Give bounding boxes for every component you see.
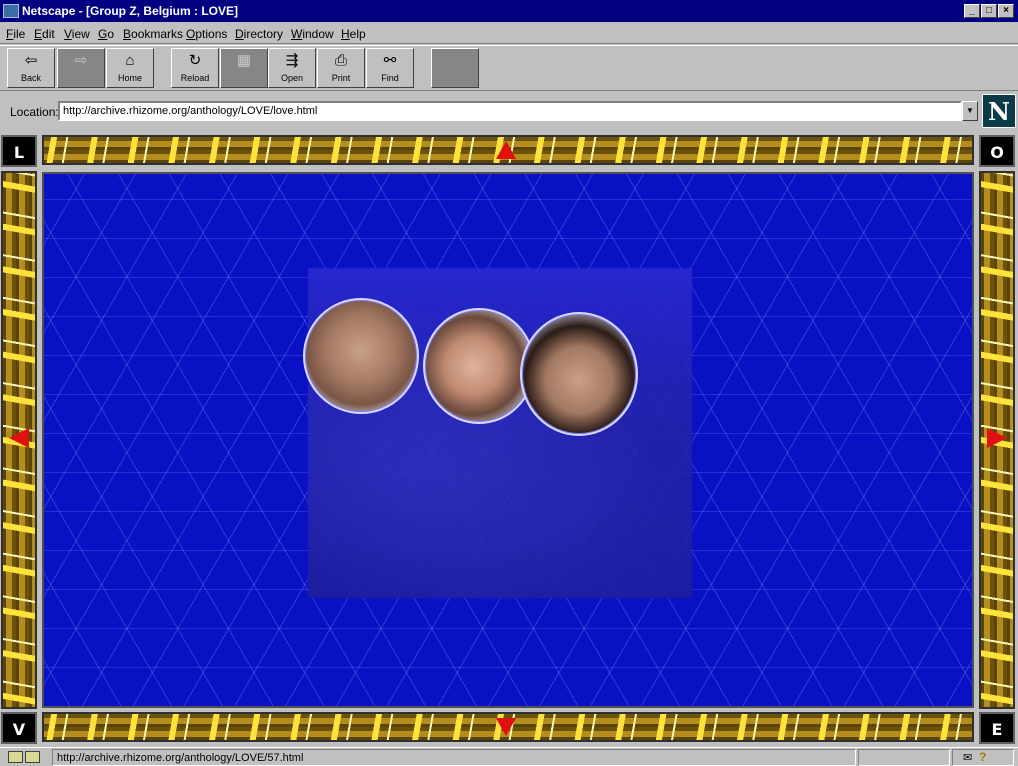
menu-directory[interactable]: Directory [235, 27, 283, 41]
corner-letter-bottom-right[interactable]: E [979, 712, 1015, 744]
status-text: http://archive.rhizome.org/anthology/LOV… [57, 752, 304, 764]
connection-icon [25, 751, 40, 763]
close-button[interactable]: × [998, 4, 1014, 18]
images-button[interactable]: ▦ [220, 48, 268, 88]
location-label: Location: [10, 105, 59, 119]
menu-help[interactable]: Help [341, 27, 366, 41]
corner-letter-top-left[interactable]: L [1, 135, 37, 167]
chevron-down-icon: ▼ [966, 106, 974, 115]
key-icon [8, 751, 23, 763]
window-title: Netscape - [Group Z, Belgium : LOVE] [22, 4, 239, 18]
help-icon[interactable]: ? [979, 750, 986, 764]
menu-bar: File Edit View Go Bookmarks Options Dire… [0, 22, 1018, 44]
back-arrow-icon: ⇦ [24, 52, 38, 69]
location-input[interactable] [58, 101, 962, 121]
printer-icon: ⎙ [334, 52, 347, 69]
menu-go[interactable]: Go [98, 27, 114, 41]
netscape-logo[interactable]: N [982, 94, 1016, 128]
netscape-app-icon[interactable] [3, 4, 19, 18]
location-dropdown-button[interactable]: ▼ [962, 101, 978, 121]
status-right-panel: ✉ ? [952, 749, 1014, 766]
nav-arrow-up[interactable] [496, 141, 516, 159]
stop-button[interactable] [431, 48, 479, 88]
location-bar: Location: ▼ N [0, 92, 1018, 132]
menu-file[interactable]: File [6, 27, 25, 41]
menu-bookmarks[interactable]: Bookmarks [123, 27, 183, 41]
home-button[interactable]: ⌂ Home [106, 48, 154, 88]
back-button[interactable]: ⇦ Back [7, 48, 55, 88]
status-message-panel: http://archive.rhizome.org/anthology/LOV… [52, 749, 856, 766]
menu-options[interactable]: Options [186, 27, 227, 41]
corner-letter-bottom-left[interactable]: V [1, 712, 37, 744]
forward-arrow-icon: ⇨ [74, 52, 88, 69]
forward-button[interactable]: ⇨ [57, 48, 105, 88]
toolbar: ⇦ Back ⇨ ⌂ Home ↻ Reload ▦ ⇶ Open ⎙ Prin… [0, 45, 1018, 91]
reload-button[interactable]: ↻ Reload [171, 48, 219, 88]
reload-icon: ↻ [188, 52, 202, 69]
portrait-circle-center[interactable] [423, 308, 535, 424]
stop-icon [444, 52, 466, 70]
open-icon: ⇶ [285, 52, 299, 69]
nav-arrow-down[interactable] [496, 718, 516, 736]
open-button[interactable]: ⇶ Open [268, 48, 316, 88]
menu-window[interactable]: Window [291, 27, 334, 41]
house-icon: ⌂ [125, 52, 135, 69]
nav-arrow-right[interactable] [987, 428, 1007, 448]
binoculars-icon: ⚯ [383, 52, 397, 69]
mail-icon[interactable]: ✉ [963, 751, 972, 764]
status-bar: http://archive.rhizome.org/anthology/LOV… [0, 747, 1018, 766]
find-button[interactable]: ⚯ Find [366, 48, 414, 88]
portrait-circle-right[interactable] [520, 312, 638, 436]
images-icon: ▦ [236, 52, 252, 69]
maximize-button[interactable]: □ [981, 4, 997, 18]
security-status[interactable] [8, 751, 44, 764]
corner-letter-top-right[interactable]: O [979, 135, 1015, 167]
menu-view[interactable]: View [64, 27, 90, 41]
nav-arrow-left[interactable] [9, 428, 29, 448]
title-bar: Netscape - [Group Z, Belgium : LOVE] _ □… [0, 0, 1018, 22]
progress-panel [858, 749, 950, 766]
minimize-button[interactable]: _ [964, 4, 980, 18]
menu-edit[interactable]: Edit [34, 27, 55, 41]
print-button[interactable]: ⎙ Print [317, 48, 365, 88]
portrait-circle-left[interactable] [303, 298, 419, 414]
